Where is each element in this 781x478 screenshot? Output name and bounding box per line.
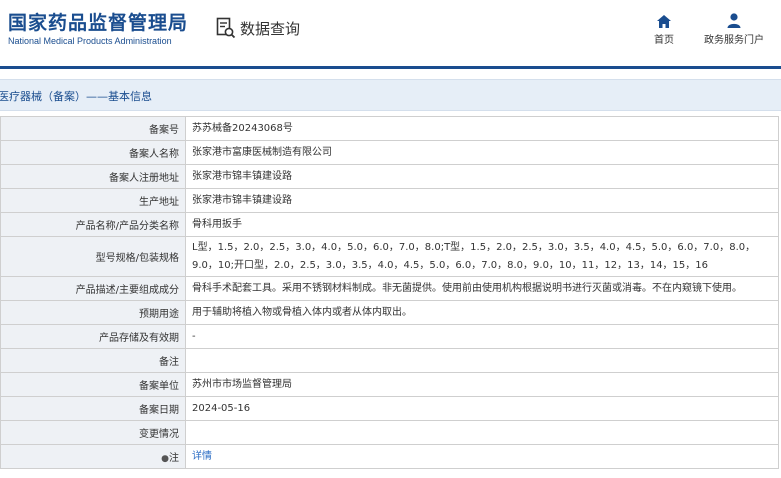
table-row: 备案单位 苏州市市场监督管理局: [0, 372, 779, 397]
document-search-icon: [216, 17, 236, 39]
row-value: 骨科用扳手: [185, 212, 779, 237]
row-label: 备案号: [0, 116, 186, 141]
table-row: 备注: [0, 348, 779, 373]
row-value: 张家港市锦丰镇建设路: [185, 164, 779, 189]
row-label: 备案单位: [0, 372, 186, 397]
table-row: 型号规格/包装规格 L型，1.5，2.0，2.5，3.0，4.0，5.0，6.0…: [0, 236, 779, 277]
row-label: 产品名称/产品分类名称: [0, 212, 186, 237]
details-link[interactable]: 详情: [192, 451, 212, 462]
row-value: [185, 420, 779, 445]
row-value: 详情: [185, 444, 779, 469]
logo-title-en[interactable]: National Medical Products Administration: [8, 36, 172, 46]
row-value: 用于辅助将植入物或骨植入体内或者从体内取出。: [185, 300, 779, 325]
header-divider: [0, 66, 781, 69]
user-icon: [700, 10, 768, 28]
row-label: 注: [169, 453, 179, 464]
row-label: 预期用途: [0, 300, 186, 325]
row-label: 备案日期: [0, 396, 186, 421]
table-row: ●注 详情: [0, 444, 779, 469]
table-row: 变更情况: [0, 420, 779, 445]
table-row: 预期用途 用于辅助将植入物或骨植入体内或者从体内取出。: [0, 300, 779, 325]
row-label: 型号规格/包装规格: [0, 236, 186, 277]
nav-home-button[interactable]: 首页: [650, 10, 678, 46]
nav-gov-service-button[interactable]: 政务服务门户: [700, 10, 768, 46]
row-value: 苏州市市场监督管理局: [185, 372, 779, 397]
home-icon: [650, 10, 678, 28]
nav-gov-service-label: 政务服务门户: [704, 35, 764, 46]
nav-home-label: 首页: [654, 35, 674, 46]
table-row: 备案号 苏苏械备20243068号: [0, 116, 779, 141]
row-value: 苏苏械备20243068号: [185, 116, 779, 141]
row-label: 产品存储及有效期: [0, 324, 186, 349]
section-band: 医疗器械（备案）——基本信息: [0, 79, 781, 111]
breadcrumb: 医疗器械（备案）——基本信息: [0, 90, 152, 103]
row-label: 备案人名称: [0, 140, 186, 165]
row-label: 备案人注册地址: [0, 164, 186, 189]
table-row: 产品描述/主要组成成分 骨科手术配套工具。采用不锈钢材料制成。非无菌提供。使用前…: [0, 276, 779, 301]
row-value: 张家港市锦丰镇建设路: [185, 188, 779, 213]
data-query-title[interactable]: 数据查询: [216, 16, 300, 40]
logo-title-cn[interactable]: 国家药品监督管理局: [8, 8, 188, 35]
table-row: 备案人注册地址 张家港市锦丰镇建设路: [0, 164, 779, 189]
note-label-cell: ●注: [0, 444, 186, 469]
row-label: 备注: [0, 348, 186, 373]
pin-icon: ●: [161, 454, 169, 464]
site-header: 国家药品监督管理局 National Medical Products Admi…: [0, 0, 781, 66]
row-value: -: [185, 324, 779, 349]
row-value: L型，1.5，2.0，2.5，3.0，4.0，5.0，6.0，7.0，8.0;T…: [185, 236, 779, 277]
row-value: 骨科手术配套工具。采用不锈钢材料制成。非无菌提供。使用前由使用机构根据说明书进行…: [185, 276, 779, 301]
row-label: 变更情况: [0, 420, 186, 445]
row-value: [185, 348, 779, 373]
row-label: 生产地址: [0, 188, 186, 213]
table-row: 备案人名称 张家港市富康医械制造有限公司: [0, 140, 779, 165]
table-row: 产品存储及有效期 -: [0, 324, 779, 349]
table-row: 生产地址 张家港市锦丰镇建设路: [0, 188, 779, 213]
data-query-label: 数据查询: [240, 19, 301, 38]
detail-table: 备案号 苏苏械备20243068号 备案人名称 张家港市富康医械制造有限公司 备…: [0, 116, 779, 469]
table-row: 产品名称/产品分类名称 骨科用扳手: [0, 212, 779, 237]
row-label: 产品描述/主要组成成分: [0, 276, 186, 301]
row-value: 2024-05-16: [185, 396, 779, 421]
row-value: 张家港市富康医械制造有限公司: [185, 140, 779, 165]
table-row: 备案日期 2024-05-16: [0, 396, 779, 421]
